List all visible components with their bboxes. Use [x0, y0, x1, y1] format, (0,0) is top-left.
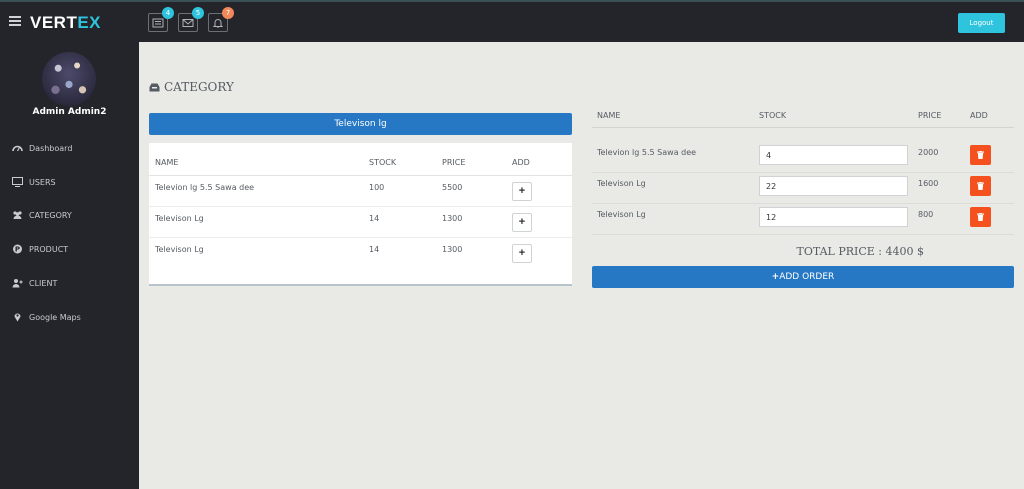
top-bar: VERTEX 4 5 7 Logout [0, 0, 1024, 42]
delete-button[interactable] [970, 207, 991, 227]
trash-icon [977, 213, 984, 221]
product-price: 1300 [442, 245, 463, 254]
admin-name: Admin Admin2 [32, 107, 107, 117]
add-order-button[interactable]: +ADD ORDER [592, 266, 1014, 288]
inbox-icon [149, 83, 160, 91]
order-product-name: Televison Lg [597, 179, 646, 188]
trash-icon [977, 151, 984, 159]
quantity-input[interactable] [759, 145, 908, 165]
add-user-icon [12, 279, 23, 288]
sidebar-item-label: USERS [29, 177, 56, 187]
add-product-button[interactable]: + [512, 244, 532, 263]
order-row: Televison Lg 1600 [592, 173, 1014, 204]
avatar [42, 52, 96, 106]
order-product-name: Televison Lg [597, 210, 646, 219]
order-product-name: Televion lg 5.5 Sawa dee [597, 148, 697, 157]
delete-button[interactable] [970, 176, 991, 196]
order-product-price: 1600 [918, 179, 939, 188]
trash-icon [977, 182, 984, 190]
brand-name-main: VERT [30, 13, 78, 32]
sidebar-item-product[interactable]: P PRODUCT [12, 242, 68, 256]
sidebar-item-dashboard[interactable]: Dashboard [12, 141, 72, 155]
product-stock: 100 [369, 183, 385, 192]
order-row: Televison Lg 800 [592, 204, 1014, 235]
page-title: CATEGORY [149, 80, 234, 94]
column-header-price: PRICE [918, 111, 942, 120]
add-product-button[interactable]: + [512, 213, 532, 232]
add-order-label: ADD ORDER [779, 272, 835, 282]
sidebar-item-label: CLIENT [29, 278, 58, 288]
hamburger-menu-icon[interactable] [9, 16, 21, 26]
notifications-count-badge: 7 [222, 7, 234, 19]
order-product-price: 800 [918, 210, 934, 219]
sidebar-item-client[interactable]: CLIENT [12, 276, 57, 290]
sidebar: Admin Admin2 Dashboard USERS CATEGORY P … [0, 42, 139, 489]
table-header: NAME STOCK PRICE ADD [149, 143, 572, 176]
product-price: 1300 [442, 214, 463, 223]
sidebar-item-category[interactable]: CATEGORY [12, 208, 72, 222]
product-name: Televison Lg [155, 214, 204, 223]
sidebar-item-label: Dashboard [29, 143, 73, 153]
sidebar-item-label: Google Maps [29, 312, 81, 322]
sidebar-item-label: PRODUCT [29, 244, 69, 254]
sidebar-item-google-maps[interactable]: Google Maps [12, 310, 81, 324]
messages-button[interactable]: 5 [178, 7, 204, 32]
table-row: Televison Lg 14 1300 + [149, 207, 572, 238]
product-stock: 14 [369, 214, 380, 223]
map-marker-icon [14, 313, 21, 322]
tasks-count-badge: 4 [162, 7, 174, 19]
category-select-button[interactable]: Televison lg [149, 113, 572, 135]
order-product-price: 2000 [918, 148, 939, 157]
add-product-button[interactable]: + [512, 182, 532, 201]
table-row: Televison Lg 14 1300 + [149, 238, 572, 269]
dashboard-icon [12, 145, 23, 152]
order-table-header: NAME STOCK PRICE ADD [592, 104, 1014, 128]
svg-text:P: P [15, 246, 20, 254]
messages-count-badge: 5 [192, 7, 204, 19]
product-name: Televison Lg [155, 245, 204, 254]
quantity-input[interactable] [759, 176, 908, 196]
brand-logo[interactable]: VERTEX [30, 13, 101, 33]
column-header-name: NAME [597, 111, 621, 120]
table-row: Televion lg 5.5 Sawa dee 100 5500 + [149, 176, 572, 207]
quantity-input[interactable] [759, 207, 908, 227]
envelope-icon [182, 18, 194, 27]
bell-icon [212, 18, 224, 28]
notifications-button[interactable]: 7 [208, 7, 234, 32]
column-header-price: PRICE [442, 158, 466, 167]
column-header-stock: STOCK [759, 111, 787, 120]
page-title-text: CATEGORY [164, 80, 234, 94]
column-header-stock: STOCK [369, 158, 397, 167]
column-header-add: ADD [512, 158, 530, 167]
column-header-name: NAME [155, 158, 179, 167]
sidebar-item-label: CATEGORY [29, 210, 72, 220]
brand-name-accent: EX [77, 13, 102, 32]
logout-button[interactable]: Logout [958, 13, 1005, 33]
order-row: Televion lg 5.5 Sawa dee 2000 [592, 142, 1014, 173]
list-icon [152, 18, 164, 27]
product-name: Televion lg 5.5 Sawa dee [155, 183, 255, 192]
product-icon: P [13, 244, 22, 254]
users-icon [13, 211, 22, 219]
sidebar-item-users[interactable]: USERS [12, 175, 56, 189]
product-table: NAME STOCK PRICE ADD Televion lg 5.5 Saw… [149, 143, 572, 286]
tasks-button[interactable]: 4 [148, 7, 174, 32]
delete-button[interactable] [970, 145, 991, 165]
product-price: 5500 [442, 183, 463, 192]
column-header-add: ADD [970, 111, 988, 120]
product-stock: 14 [369, 245, 380, 254]
monitor-icon [12, 177, 23, 187]
total-price: TOTAL PRICE : 4400 $ [796, 245, 925, 258]
